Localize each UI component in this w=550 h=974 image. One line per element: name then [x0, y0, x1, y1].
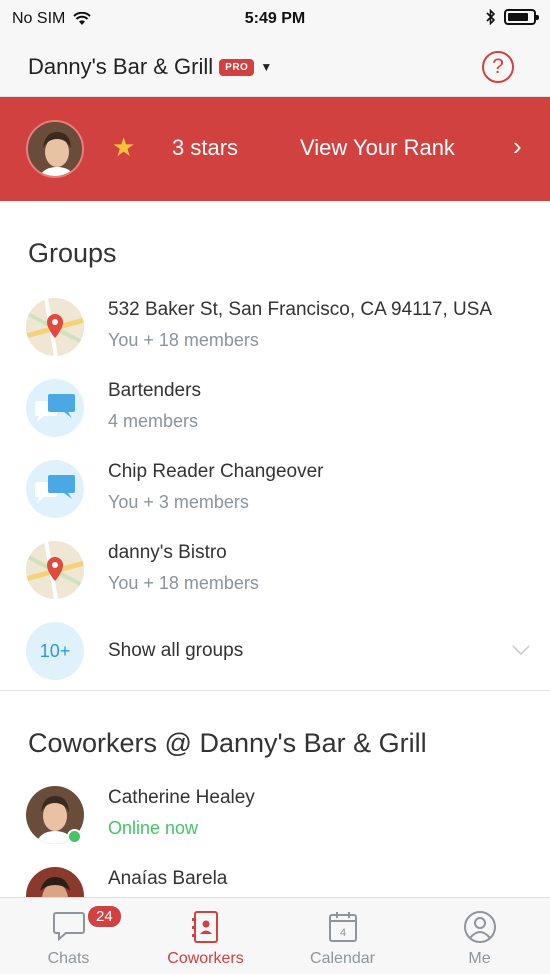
- group-name: danny's Bistro: [108, 542, 227, 563]
- chevron-down-icon: [512, 645, 530, 656]
- unread-count-badge: 24: [86, 904, 123, 929]
- help-button[interactable]: ?: [482, 51, 514, 83]
- group-row[interactable]: danny's Bistro You + 18 members: [0, 529, 550, 609]
- show-all-groups-button[interactable]: 10+ Show all groups: [0, 610, 550, 690]
- coworker-name: Anaías Barela: [108, 868, 228, 889]
- profile-icon: [463, 911, 496, 943]
- tab-label: Me: [468, 950, 491, 967]
- pro-badge: PRO: [219, 58, 255, 76]
- caret-down-icon: ▼: [260, 60, 273, 74]
- coworker-name: Catherine Healey: [108, 787, 255, 808]
- chat-bubbles-icon: [26, 460, 84, 518]
- battery-icon: [504, 9, 539, 25]
- location-switcher[interactable]: Danny's Bar & Grill PRO ▼: [28, 54, 272, 80]
- map-pin-icon: [26, 298, 84, 356]
- group-name: 532 Baker St, San Francisco, CA 94117, U…: [108, 299, 493, 320]
- show-all-label: Show all groups: [108, 640, 244, 661]
- rank-banner[interactable]: ★ 3 stars View Your Rank ›: [0, 97, 550, 201]
- tab-label: Coworkers: [167, 950, 244, 967]
- chat-icon: [52, 912, 85, 942]
- clock: 5:49 PM: [244, 10, 306, 27]
- coworker-status: Online now: [108, 818, 199, 838]
- coworker-row[interactable]: Catherine Healey Online now: [0, 774, 550, 854]
- status-bar: No SIM 5:49 PM: [0, 0, 550, 40]
- tab-label: Calendar: [310, 950, 375, 967]
- group-count-badge: 10+: [26, 622, 84, 680]
- group-members: 4 members: [108, 411, 199, 431]
- group-row[interactable]: 532 Baker St, San Francisco, CA 94117, U…: [0, 286, 550, 366]
- bluetooth-icon: [486, 9, 496, 25]
- calendar-icon: 4: [328, 912, 357, 942]
- chat-bubbles-icon: [26, 379, 84, 437]
- group-members: You + 3 members: [108, 492, 249, 512]
- group-name: Chip Reader Changeover: [108, 461, 324, 482]
- tab-chats[interactable]: 24 Chats: [0, 898, 137, 974]
- groups-heading: Groups: [28, 238, 117, 268]
- nav-bar: Danny's Bar & Grill PRO ▼ ?: [0, 40, 550, 97]
- map-pin-icon: [26, 541, 84, 599]
- group-members: You + 18 members: [108, 573, 259, 593]
- location-title: Danny's Bar & Grill: [28, 54, 214, 79]
- view-rank-link[interactable]: View Your Rank: [300, 135, 455, 161]
- chevron-right-icon: ›: [513, 131, 522, 161]
- stars-count: 3 stars: [172, 135, 239, 160]
- contacts-icon: [191, 911, 218, 943]
- group-row[interactable]: Chip Reader Changeover You + 3 members: [0, 448, 550, 528]
- group-members: You + 18 members: [108, 330, 259, 350]
- tab-me[interactable]: Me: [411, 898, 548, 974]
- online-status-dot: [67, 829, 82, 844]
- tab-calendar[interactable]: 4 Calendar: [274, 898, 411, 974]
- calendar-day: 4: [339, 927, 345, 939]
- section-divider: [0, 690, 550, 691]
- status-right: [486, 9, 539, 25]
- tab-coworkers[interactable]: Coworkers: [137, 898, 274, 974]
- tab-bar: 24 Chats Coworkers 4 Calendar Me: [0, 897, 550, 974]
- group-row[interactable]: Bartenders 4 members: [0, 367, 550, 447]
- group-name: Bartenders: [108, 380, 201, 401]
- tab-label: Chats: [47, 950, 90, 967]
- star-icon: ★: [112, 132, 136, 162]
- coworkers-heading: Coworkers @ Danny's Bar & Grill: [28, 728, 427, 758]
- user-avatar: [26, 120, 84, 178]
